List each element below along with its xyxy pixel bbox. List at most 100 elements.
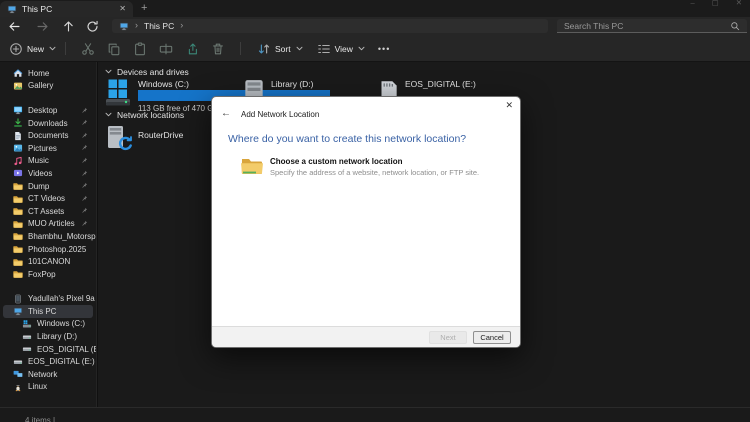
minimize-button[interactable]: – xyxy=(690,0,694,7)
sidebar-item-bhambhu-motorsport[interactable]: Bhambhu_Motorsport xyxy=(3,230,96,243)
new-label: New xyxy=(27,43,45,54)
tab-this-pc[interactable]: This PC ✕ xyxy=(0,1,133,17)
back-icon[interactable] xyxy=(8,20,21,33)
folder-icon xyxy=(241,157,263,175)
sort-icon xyxy=(257,42,271,56)
sidebar-item-ct-videos[interactable]: CT Videos xyxy=(3,192,93,205)
tab-close-icon[interactable]: ✕ xyxy=(119,5,126,13)
sidebar-item-label: EOS_DIGITAL (E:) xyxy=(37,344,96,354)
divider xyxy=(240,42,242,55)
more-options-button[interactable]: ••• xyxy=(378,44,390,54)
sidebar-item-eos-digital-e-[interactable]: EOS_DIGITAL (E:) xyxy=(3,343,96,356)
back-arrow-icon[interactable]: ← xyxy=(221,109,231,119)
sidebar-item-foxpop[interactable]: FoxPop xyxy=(3,268,93,281)
sidebar-item-home[interactable]: Home xyxy=(3,67,93,80)
sidebar-item-windows-c-[interactable]: Windows (C:) xyxy=(3,318,93,331)
sidebar-item-music[interactable]: Music xyxy=(3,155,93,168)
new-tab-button[interactable]: + xyxy=(141,2,147,15)
dialog-footer: Next Cancel xyxy=(212,326,520,347)
pin-icon xyxy=(81,107,88,114)
chevron-down-icon[interactable] xyxy=(105,69,112,76)
section-label: Network locations xyxy=(117,110,185,120)
sidebar-item-yadullah-s-pixel-9a[interactable]: Yadullah's Pixel 9a xyxy=(3,293,95,306)
folder-icon xyxy=(13,231,23,241)
sidebar-item-this-pc[interactable]: This PC xyxy=(3,305,93,318)
sidebar-section-gap xyxy=(0,92,96,104)
search-input[interactable]: Search This PC xyxy=(557,19,747,33)
folder-icon xyxy=(13,257,23,267)
sidebar-item-label: Gallery xyxy=(28,81,54,91)
share-button[interactable] xyxy=(185,42,199,56)
drive-name: Library (D:) xyxy=(271,79,314,89)
sidebar-item-dump[interactable]: Dump xyxy=(3,180,93,193)
sidebar-item-network[interactable]: Network xyxy=(3,368,93,381)
new-button[interactable]: New xyxy=(9,42,56,56)
network-icon xyxy=(13,369,23,379)
sidebar-item-label: CT Assets xyxy=(28,206,65,216)
sidebar-item-label: Yadullah's Pixel 9a xyxy=(28,294,95,304)
chevron-right-icon[interactable]: › xyxy=(180,20,183,30)
chevron-down-icon[interactable] xyxy=(105,112,112,119)
next-button[interactable]: Next xyxy=(429,330,467,344)
delete-button[interactable] xyxy=(211,42,225,56)
view-icon xyxy=(317,42,331,56)
sidebar-item-linux[interactable]: Linux xyxy=(3,381,93,394)
folder-icon xyxy=(13,194,23,204)
refresh-icon[interactable] xyxy=(86,20,99,33)
pin-icon xyxy=(81,144,88,151)
breadcrumb-item-this-pc[interactable]: This PC xyxy=(144,21,174,31)
folder-icon xyxy=(13,181,23,191)
view-button[interactable]: View xyxy=(317,42,365,56)
sidebar-item-label: Bhambhu_Motorsport xyxy=(28,231,96,241)
sidebar-item-label: EOS_DIGITAL (E:) xyxy=(28,357,95,367)
network-location-name: RouterDrive xyxy=(138,130,184,140)
sidebar-item-label: Pictures xyxy=(28,143,57,153)
up-icon[interactable] xyxy=(62,20,75,33)
tab-bar: This PC ✕ + – ▢ ✕ xyxy=(0,0,750,17)
sort-button[interactable]: Sort xyxy=(257,42,303,56)
view-label: View xyxy=(334,43,353,54)
close-icon[interactable]: ✕ xyxy=(505,101,513,110)
sidebar-item-ct-assets[interactable]: CT Assets xyxy=(3,205,93,218)
sidebar-item-documents[interactable]: Documents xyxy=(3,129,93,142)
navigation-bar: › This PC › Search This PC xyxy=(0,17,750,36)
sidebar-item-desktop[interactable]: Desktop xyxy=(3,104,93,117)
sidebar-item-label: Library (D:) xyxy=(37,332,78,342)
sidebar-item-label: Desktop xyxy=(28,105,58,115)
sidebar-item-pictures[interactable]: Pictures xyxy=(3,142,93,155)
section-label: Devices and drives xyxy=(117,67,189,77)
section-network-locations[interactable]: Network locations xyxy=(105,110,184,120)
downloads-icon xyxy=(13,118,23,128)
paste-button[interactable] xyxy=(133,42,147,56)
folder-icon xyxy=(13,244,23,254)
copy-button[interactable] xyxy=(107,42,121,56)
maximize-button[interactable]: ▢ xyxy=(712,0,719,7)
computer-icon xyxy=(119,21,129,31)
window-controls: – ▢ ✕ xyxy=(690,0,742,7)
close-button[interactable]: ✕ xyxy=(736,0,742,7)
forward-icon[interactable] xyxy=(36,20,49,33)
sidebar-item-101canon[interactable]: 101CANON xyxy=(3,255,93,268)
sidebar-item-downloads[interactable]: Downloads xyxy=(3,117,93,130)
sidebar-item-eos-digital-e-[interactable]: EOS_DIGITAL (E:) xyxy=(3,355,95,368)
windows-drive-icon xyxy=(104,78,132,106)
breadcrumb[interactable]: › This PC › xyxy=(112,19,548,33)
music-icon xyxy=(13,156,23,166)
divider xyxy=(65,42,67,55)
pin-icon xyxy=(81,207,88,214)
sidebar-item-label: Documents xyxy=(28,131,69,141)
sidebar-item-gallery[interactable]: Gallery xyxy=(3,80,93,93)
cut-button[interactable] xyxy=(81,42,95,56)
chevron-right-icon[interactable]: › xyxy=(135,20,138,30)
rename-button[interactable] xyxy=(159,42,173,56)
sidebar-item-muo-articles[interactable]: MUO Articles xyxy=(3,218,93,231)
option-custom-network-location[interactable]: Choose a custom network location Specify… xyxy=(241,157,479,177)
section-devices-and-drives[interactable]: Devices and drives xyxy=(105,67,189,77)
sidebar-item-photoshop-2025[interactable]: Photoshop.2025 xyxy=(3,243,93,256)
cancel-button[interactable]: Cancel xyxy=(473,330,511,344)
sidebar-item-library-d-[interactable]: Library (D:) xyxy=(3,330,93,343)
folder-icon xyxy=(13,206,23,216)
sidebar-item-videos[interactable]: Videos xyxy=(3,167,93,180)
pin-icon xyxy=(81,182,88,189)
tab-label: This PC xyxy=(22,4,53,14)
